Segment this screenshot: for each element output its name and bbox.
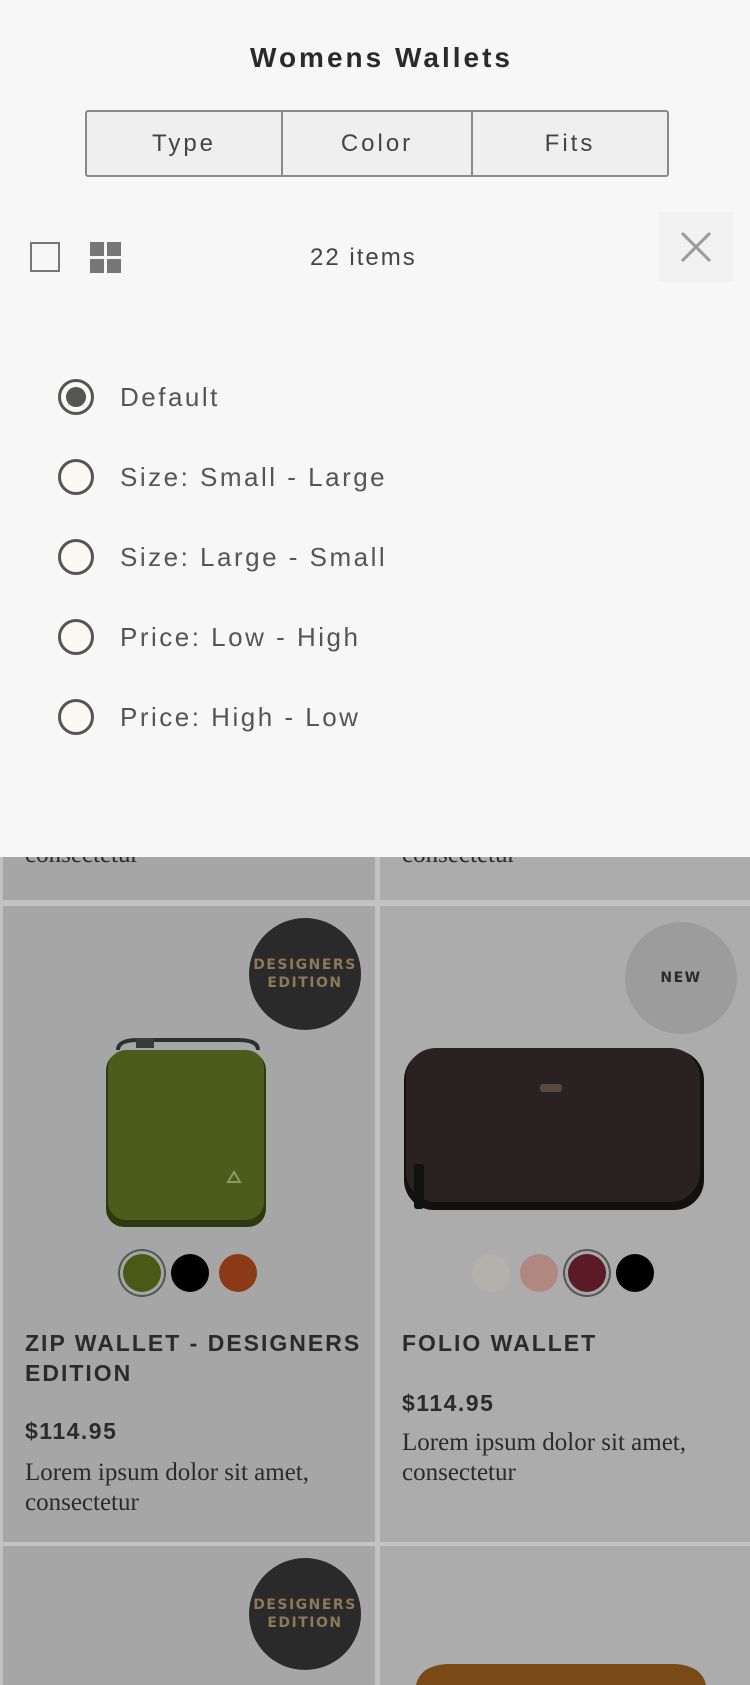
swatch-grey[interactable]: [472, 1254, 510, 1292]
folio-wallet-image: [404, 1048, 704, 1210]
designers-edition-badge: DESIGNERS EDITION: [249, 918, 361, 1030]
swatch-pink[interactable]: [520, 1254, 558, 1292]
swatch-black[interactable]: [171, 1254, 209, 1292]
page-title: Womens Wallets: [250, 42, 513, 73]
product-name[interactable]: ZIP WALLET - DESIGNERS EDITION: [25, 1328, 365, 1388]
radio-button[interactable]: [58, 619, 94, 655]
tab-fits[interactable]: Fits: [473, 112, 667, 175]
product-price: $114.95: [402, 1390, 495, 1416]
wallet-image: [416, 1664, 706, 1685]
swatch-black[interactable]: [616, 1254, 654, 1292]
filter-tabs: Type Color Fits: [85, 110, 669, 177]
radio-selected-dot: [66, 387, 86, 407]
color-swatches: [123, 1254, 257, 1292]
product-card[interactable]: [380, 1546, 750, 1685]
radio-button[interactable]: [58, 539, 94, 575]
product-price: $114.95: [25, 1418, 118, 1444]
sort-option-default[interactable]: Default: [58, 377, 220, 417]
radio-button[interactable]: [58, 699, 94, 735]
sort-option-label: Size: Small - Large: [120, 461, 388, 492]
designers-edition-badge: DESIGNERS EDITION: [249, 1558, 361, 1670]
product-card-folio-wallet[interactable]: NEW FOLIO WALLET $114.95 Lorem ipsum dol…: [380, 906, 750, 1542]
item-count: 22 items: [310, 244, 417, 271]
new-badge: NEW: [625, 922, 737, 1034]
swatch-burgundy[interactable]: [568, 1254, 606, 1292]
single-view-icon[interactable]: [30, 242, 60, 272]
sort-option-size-large-small[interactable]: Size: Large - Small: [58, 537, 387, 577]
product-card[interactable]: DESIGNERS EDITION: [3, 1546, 375, 1685]
sort-option-label: Price: Low - High: [120, 621, 361, 652]
tab-color[interactable]: Color: [283, 112, 473, 175]
swatch-green[interactable]: [123, 1254, 161, 1292]
zip-wallet-image: [106, 1038, 266, 1227]
close-button[interactable]: [658, 212, 734, 282]
sort-filter-panel: Womens Wallets Type Color Fits 22 items …: [0, 0, 750, 857]
sort-option-label: Default: [120, 381, 220, 412]
product-name[interactable]: FOLIO WALLET: [402, 1328, 742, 1358]
swatch-brown[interactable]: [219, 1254, 257, 1292]
radio-button[interactable]: [58, 459, 94, 495]
radio-button[interactable]: [58, 379, 94, 415]
sort-option-label: Price: High - Low: [120, 701, 361, 732]
product-description: Lorem ipsum dolor sit amet, consectetur: [25, 1459, 309, 1516]
sort-option-price-high-low[interactable]: Price: High - Low: [58, 697, 360, 737]
sort-option-price-low-high[interactable]: Price: Low - High: [58, 617, 360, 657]
close-icon: [680, 231, 712, 263]
product-card-zip-wallet[interactable]: DESIGNERS EDITION ZIP WALLET - DESIGNERS …: [3, 906, 375, 1542]
sort-option-size-small-large[interactable]: Size: Small - Large: [58, 457, 387, 497]
product-description: Lorem ipsum dolor sit amet, consectetur: [402, 1429, 686, 1486]
tab-type[interactable]: Type: [87, 112, 283, 175]
color-swatches: [472, 1254, 654, 1292]
sort-option-label: Size: Large - Small: [120, 541, 388, 572]
grid-view-icon[interactable]: [90, 242, 122, 274]
